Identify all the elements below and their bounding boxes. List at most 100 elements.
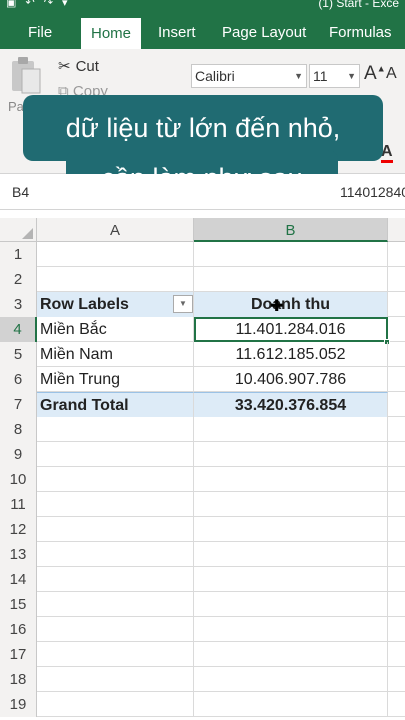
grand-total-label[interactable]: Grand Total (37, 392, 194, 417)
tab-insert[interactable]: Insert (148, 14, 206, 49)
cell-c9[interactable] (388, 442, 405, 467)
cell-a9[interactable] (37, 442, 194, 467)
cell-c8[interactable] (388, 417, 405, 442)
cell-a14[interactable] (37, 567, 194, 592)
row-header[interactable]: 1 (0, 242, 37, 267)
tab-formulas[interactable]: Formulas (319, 14, 402, 49)
cell-a17[interactable] (37, 642, 194, 667)
cell-c5[interactable] (388, 342, 405, 367)
grand-total-value[interactable]: 33.420.376.854 (194, 392, 388, 417)
cell-c3[interactable] (388, 292, 405, 317)
cell-a4[interactable]: Miền Bắc (37, 317, 194, 342)
row-header[interactable]: 3 (0, 292, 37, 317)
cell-a19[interactable] (37, 692, 194, 717)
cell-b10[interactable] (194, 467, 388, 492)
decrease-font-size-button[interactable]: A (386, 65, 397, 83)
row-header[interactable]: 10 (0, 467, 37, 492)
cell-a13[interactable] (37, 542, 194, 567)
cell-c11[interactable] (388, 492, 405, 517)
cell-b16[interactable] (194, 617, 388, 642)
font-size-value: 11 (313, 68, 328, 84)
filter-dropdown-icon[interactable]: ▼ (173, 295, 193, 313)
table-row: 2 (0, 267, 405, 292)
row-header[interactable]: 18 (0, 667, 37, 692)
cell-b18[interactable] (194, 667, 388, 692)
cell-b2[interactable] (194, 267, 388, 292)
row-header[interactable]: 11 (0, 492, 37, 517)
table-row: 11 (0, 492, 405, 517)
row-header[interactable]: 6 (0, 367, 37, 392)
cell-b13[interactable] (194, 542, 388, 567)
row-header[interactable]: 17 (0, 642, 37, 667)
cell-a18[interactable] (37, 667, 194, 692)
cell-c2[interactable] (388, 267, 405, 292)
cell-c15[interactable] (388, 592, 405, 617)
row-header[interactable]: 15 (0, 592, 37, 617)
cell-c13[interactable] (388, 542, 405, 567)
cell-b19[interactable] (194, 692, 388, 717)
cell-c16[interactable] (388, 617, 405, 642)
tab-home[interactable]: Home (81, 18, 142, 49)
cell-c1[interactable] (388, 242, 405, 267)
cell-c12[interactable] (388, 517, 405, 542)
cell-c6[interactable] (388, 367, 405, 392)
active-cell-b4[interactable]: 11.401.284.016 (194, 317, 390, 345)
cell-a15[interactable] (37, 592, 194, 617)
row-header[interactable]: 19 (0, 692, 37, 717)
cell-c19[interactable] (388, 692, 405, 717)
cell-a8[interactable] (37, 417, 194, 442)
tab-page-layout[interactable]: Page Layout (212, 14, 316, 49)
cut-button[interactable]: ✂ Cut (58, 57, 99, 75)
row-header[interactable]: 14 (0, 567, 37, 592)
cell-b17[interactable] (194, 642, 388, 667)
cell-b1[interactable] (194, 242, 388, 267)
cell-b6[interactable]: 10.406.907.786 (194, 367, 388, 392)
cell-a10[interactable] (37, 467, 194, 492)
paste-icon[interactable] (10, 55, 42, 95)
cell-c17[interactable] (388, 642, 405, 667)
font-name-select[interactable]: Calibri ▼ (191, 64, 307, 88)
cell-a2[interactable] (37, 267, 194, 292)
row-header[interactable]: 13 (0, 542, 37, 567)
row-header[interactable]: 4 (0, 317, 37, 342)
cell-c18[interactable] (388, 667, 405, 692)
cell-a11[interactable] (37, 492, 194, 517)
row-header[interactable]: 2 (0, 267, 37, 292)
cell-c7[interactable] (388, 392, 405, 417)
cell-c14[interactable] (388, 567, 405, 592)
quick-access-toolbar[interactable]: ▣ ↶ ↷ ▾ (6, 0, 71, 9)
row-header[interactable]: 5 (0, 342, 37, 367)
cell-b9[interactable] (194, 442, 388, 467)
chevron-down-icon: ▼ (347, 71, 356, 81)
cell-a6[interactable]: Miền Trung (37, 367, 194, 392)
cell-b5[interactable]: 11.612.185.052 (194, 342, 388, 367)
row-header[interactable]: 9 (0, 442, 37, 467)
column-header-a[interactable]: A (37, 218, 194, 242)
row-header[interactable]: 8 (0, 417, 37, 442)
pivot-row-labels-header[interactable]: Row Labels ▼ (37, 292, 194, 317)
cell-a12[interactable] (37, 517, 194, 542)
name-box[interactable]: B4 (12, 180, 62, 204)
cell-c10[interactable] (388, 467, 405, 492)
table-row: 15 (0, 592, 405, 617)
cell-b15[interactable] (194, 592, 388, 617)
cell-a5[interactable]: Miền Nam (37, 342, 194, 367)
cell-b11[interactable] (194, 492, 388, 517)
pivot-value-header[interactable]: Doanh thu (194, 292, 388, 317)
row-header[interactable]: 16 (0, 617, 37, 642)
select-all-corner[interactable] (0, 218, 37, 242)
cell-b14[interactable] (194, 567, 388, 592)
increase-font-size-button[interactable]: A▲ (364, 63, 386, 85)
cell-b12[interactable] (194, 517, 388, 542)
grow-font-glyph: A (364, 63, 377, 84)
column-header-b[interactable]: B (194, 218, 388, 242)
font-size-select[interactable]: 11 ▼ (309, 64, 360, 88)
cell-b8[interactable] (194, 417, 388, 442)
tab-file[interactable]: File (18, 14, 62, 49)
cell-a16[interactable] (37, 617, 194, 642)
cell-a1[interactable] (37, 242, 194, 267)
cell-c4[interactable] (388, 317, 405, 342)
row-header[interactable]: 12 (0, 517, 37, 542)
row-header[interactable]: 7 (0, 392, 37, 417)
formula-value[interactable]: 11401284016 (340, 180, 405, 204)
